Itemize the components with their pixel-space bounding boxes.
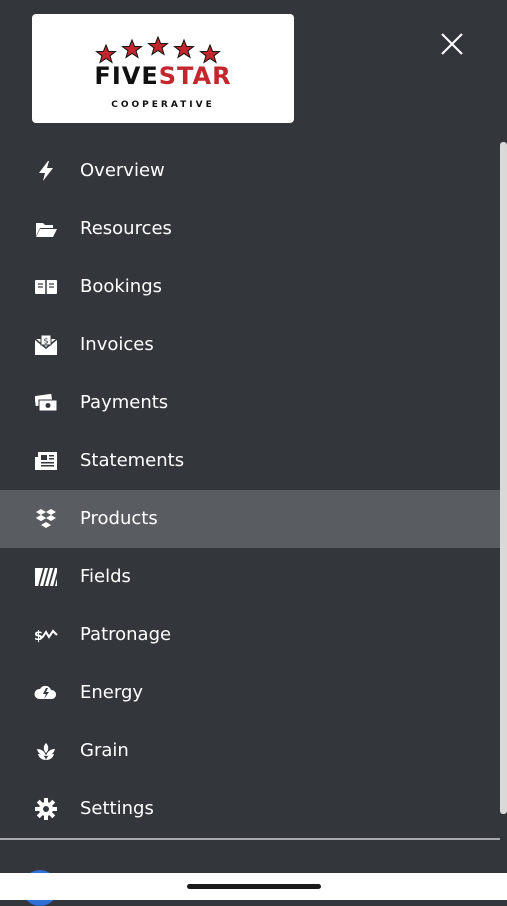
menu-item-overview[interactable]: Overview: [0, 142, 500, 200]
field-lines-icon: [34, 566, 58, 588]
seedling-icon: [34, 740, 58, 762]
close-icon: [441, 33, 463, 55]
dropbox-boxes-icon: [34, 508, 58, 530]
logo-wordmark-five: FIVE: [94, 62, 159, 90]
menu-item-label: Overview: [80, 160, 165, 181]
menu-item-label: Statements: [80, 450, 185, 471]
menu-scrollbar[interactable]: [500, 142, 507, 814]
menu-item-label: Energy: [80, 682, 144, 703]
logo-wordmark-star: STAR: [158, 62, 232, 90]
close-button[interactable]: [436, 28, 468, 60]
menu-item-resources[interactable]: Resources: [0, 200, 500, 258]
svg-text:$: $: [34, 629, 43, 643]
nav-menu: Overview Resources Bookings $ Invoices P…: [0, 142, 500, 838]
cloud-bolt-icon: [34, 682, 58, 704]
home-indicator[interactable]: [187, 884, 321, 889]
invoice-envelope-icon: $: [34, 334, 58, 356]
book-open-icon: [34, 276, 58, 298]
menu-item-settings[interactable]: Settings: [0, 780, 500, 838]
menu-item-grain[interactable]: Grain: [0, 722, 500, 780]
svg-text:$: $: [43, 337, 48, 346]
menu-item-label: Products: [80, 508, 158, 529]
brand-logo: FIVESTAR COOPERATIVE: [32, 14, 294, 123]
menu-item-label: Patronage: [80, 624, 172, 645]
gear-icon: [34, 798, 58, 820]
menu-item-invoices[interactable]: $ Invoices: [0, 316, 500, 374]
logo-subtitle: COOPERATIVE: [111, 100, 215, 110]
menu-item-label: Bookings: [80, 276, 163, 297]
menu-divider: [0, 838, 500, 840]
menu-item-label: Invoices: [80, 334, 154, 355]
menu-item-label: Payments: [80, 392, 169, 413]
menu-item-bookings[interactable]: Bookings: [0, 258, 500, 316]
money-bills-icon: [34, 392, 58, 414]
menu-item-label: Grain: [80, 740, 129, 761]
menu-item-label: Fields: [80, 566, 131, 587]
lightning-icon: [34, 160, 58, 182]
menu-item-label: Settings: [80, 798, 154, 819]
menu-item-label: Resources: [80, 218, 172, 239]
menu-item-patronage[interactable]: $ Patronage: [0, 606, 500, 664]
newspaper-icon: [34, 450, 58, 472]
logo-wordmark: FIVESTAR: [32, 64, 294, 88]
menu-item-payments[interactable]: Payments: [0, 374, 500, 432]
dollar-trend-icon: $: [34, 624, 58, 646]
folder-open-icon: [34, 218, 58, 240]
menu-item-fields[interactable]: Fields: [0, 548, 500, 606]
menu-item-products[interactable]: Products: [0, 490, 500, 548]
menu-item-statements[interactable]: Statements: [0, 432, 500, 490]
menu-item-energy[interactable]: Energy: [0, 664, 500, 722]
